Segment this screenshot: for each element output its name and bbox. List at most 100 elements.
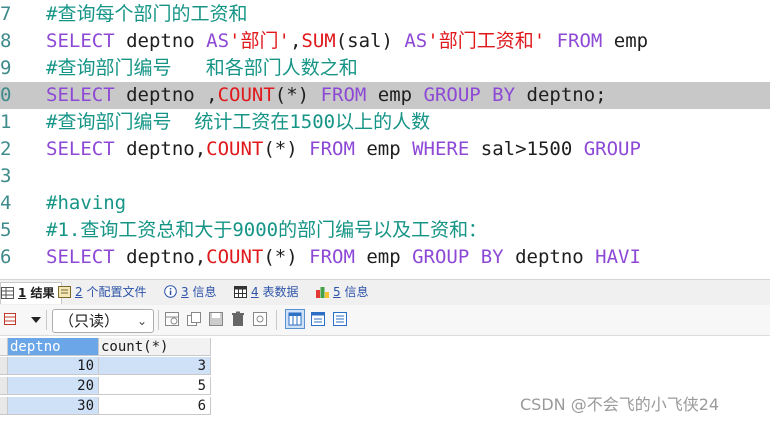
code-line[interactable]: 2 SELECT deptno,COUNT(*) FROM emp WHERE s… [0,136,770,163]
code-text: SELECT deptno,COUNT(*) FROM emp WHERE sa… [46,136,641,163]
duplicate-row-icon[interactable] [186,311,202,327]
tab-info-2-number: 5 [333,285,341,299]
code-token: deptno [114,30,207,52]
info-color-icon [316,284,329,298]
tab-result-number: 1 [18,286,27,300]
code-token: deptno, [114,138,207,160]
line-number: 8 [0,30,12,52]
table-data-icon [234,284,247,298]
cell-deptno[interactable]: 10 [8,357,99,375]
tab-result[interactable]: 1 结果 [0,282,62,304]
code-token: emp [366,84,424,106]
code-token: SELECT [46,30,115,52]
code-line[interactable]: 3 [0,163,770,190]
code-token: SELECT [46,246,115,268]
code-token: #查询每个部门的工资和 [46,3,248,25]
table-row[interactable]: 30 6 [0,397,215,416]
tab-result-label: 结果 [30,286,55,300]
code-token: (*) [263,246,298,268]
readonly-mode-select[interactable]: （只读） ⌄ [52,309,154,333]
code-token: emp [354,138,413,160]
tab-profile[interactable]: 2 个配置文件 [58,282,146,303]
code-token: deptno; [515,84,607,106]
tab-info-2[interactable]: 5 信息 [316,282,368,303]
table-row[interactable]: 10 3 [0,357,215,376]
code-line[interactable]: 7 #查询每个部门的工资和 [0,1,770,28]
code-text: SELECT deptno,COUNT(*) FROM emp GROUP BY… [46,244,641,271]
code-line[interactable]: 1 #查询部门编号 统计工资在1500以上的人数 [0,109,770,136]
line-number: 5 [0,219,12,241]
sql-editor[interactable]: 7 #查询每个部门的工资和 8 SELECT deptno AS'部门',SUM(sa… [0,0,770,272]
grid-header-row: deptno count(*) [0,338,215,357]
code-token: (*) [274,84,310,106]
code-line[interactable]: 6 SELECT deptno,COUNT(*) FROM emp GROUP B… [0,244,770,271]
table-row[interactable]: 20 5 [0,377,215,396]
dropdown-arrow-icon[interactable] [30,311,42,327]
cell-count[interactable]: 3 [99,357,211,375]
code-text: SELECT deptno ,COUNT(*) FROM emp GROUP B… [46,82,607,109]
tab-table-data[interactable]: 4 表数据 [234,282,298,303]
code-token: deptno, [114,246,207,268]
text-view-icon[interactable] [332,311,348,327]
code-token: FROM [556,30,603,52]
code-token: HAVI [595,246,641,268]
code-text: #查询每个部门的工资和 [46,1,247,28]
code-token: COUNT [217,84,275,106]
code-line[interactable]: 4 #having [0,190,770,217]
result-toolbar: （只读） ⌄ [0,305,770,336]
code-token: AS [404,30,428,52]
code-token: emp [354,246,413,268]
tab-info[interactable]: 3 信息 [164,282,216,303]
line-number: 7 [0,3,12,25]
column-header-count[interactable]: count(*) [99,338,211,356]
cell-count[interactable]: 6 [99,397,211,415]
row-header[interactable] [0,377,8,395]
code-text: #查询部门编号 和各部门人数之和 [46,55,358,82]
readonly-mode-value: （只读） [59,312,120,330]
code-token: emp [602,30,649,52]
chevron-down-icon: ⌄ [136,314,147,328]
column-header-deptno[interactable]: deptno [8,338,99,356]
code-token: '部门工资和' [427,30,546,52]
delete-icon[interactable] [230,311,246,327]
cell-deptno[interactable]: 30 [8,397,99,415]
code-token: (*) [263,138,298,160]
line-number: 0 [0,84,12,106]
code-token: #查询部门编号 统计工资在1500以上的人数 [46,111,431,133]
code-token: GROUP [583,138,641,160]
cell-count[interactable]: 5 [99,377,211,395]
code-line[interactable]: 0 SELECT deptno ,COUNT(*) FROM emp GROUP … [0,82,770,109]
export-icon[interactable] [252,311,268,327]
line-number: 1 [0,111,12,133]
grid-menu-icon[interactable] [4,311,20,327]
grid-view-icon[interactable] [285,309,305,329]
form-view-icon[interactable] [310,311,326,327]
info-icon [164,284,177,298]
tab-info-label: 信息 [192,285,217,299]
tab-profile-label: 个配置文件 [86,285,147,299]
code-token: WHERE [412,138,470,160]
code-text: #1.查询工资总和大于9000的部门编号以及工资和： [46,217,487,244]
code-token: #1.查询工资总和大于9000的部门编号以及工资和： [46,219,488,241]
row-header[interactable] [0,357,8,375]
row-header-corner [0,338,8,356]
code-token: SELECT [46,84,115,106]
code-token: AS [206,30,230,52]
code-token: deptno , [114,84,218,106]
code-line[interactable]: 8 SELECT deptno AS'部门',SUM(sal) AS'部门工资和'… [0,28,770,55]
row-header[interactable] [0,397,8,415]
tab-table-data-number: 4 [251,285,259,299]
code-token: FROM [309,138,355,160]
code-token: FROM [309,246,355,268]
tab-info-2-label: 信息 [344,285,369,299]
toolbar-divider [46,310,47,330]
code-line[interactable]: 9 #查询部门编号 和各部门人数之和 [0,55,770,82]
insert-row-icon[interactable] [164,311,180,327]
code-line[interactable]: 5 #1.查询工资总和大于9000的部门编号以及工资和： [0,217,770,244]
cell-deptno[interactable]: 20 [8,377,99,395]
toolbar-divider [158,310,159,330]
tab-profile-number: 2 [75,285,83,299]
save-icon[interactable] [208,311,224,327]
code-token: FROM [320,84,367,106]
